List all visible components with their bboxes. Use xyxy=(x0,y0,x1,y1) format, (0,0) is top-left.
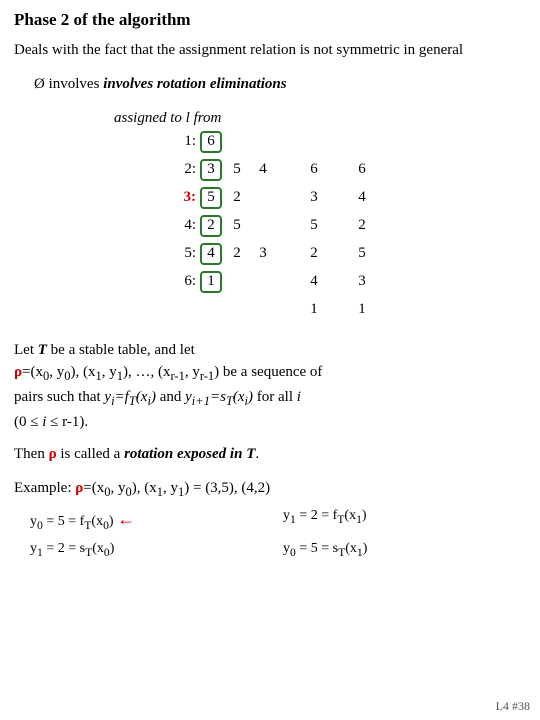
right-cell: 6 xyxy=(352,157,372,183)
right-cell: 4 xyxy=(352,185,372,211)
plain-2-r3: 2 xyxy=(226,187,248,209)
assigned-label: assigned to l from xyxy=(114,110,221,127)
row-label-6: 6: xyxy=(168,273,196,290)
plain-5-r4: 5 xyxy=(226,215,248,237)
boxed-4: 4 xyxy=(200,243,222,265)
diagram-area: assigned to l from 1: 6 2: 3 5 4 3: 5 2 xyxy=(14,110,526,323)
boxed-6-1: 6 xyxy=(200,131,222,153)
sub-ex-2: y1 = 2 = fT(x1) xyxy=(283,504,526,536)
slide-title: Phase 2 of the algorithm xyxy=(14,10,526,30)
yi1-condition: yi+1=sT(xi) xyxy=(185,389,253,405)
rotation-exposed-text: rotation exposed in T xyxy=(124,446,255,462)
rho-example: ρ xyxy=(75,480,83,496)
rho-symbol: ρ xyxy=(14,364,22,380)
table-row: 2: 3 5 4 xyxy=(168,157,274,183)
rho-then: ρ xyxy=(49,446,57,462)
then-section: Then ρ is called a rotation exposed in T… xyxy=(14,443,526,466)
i-var: i xyxy=(297,389,301,405)
boxed-3: 3 xyxy=(200,159,222,181)
row-label-3: 3: xyxy=(168,189,196,206)
boxed-5: 5 xyxy=(200,187,222,209)
row-label-2: 2: xyxy=(168,161,196,178)
diagram-rows: 1: 6 2: 3 5 4 3: 5 2 4: 2 5 xyxy=(168,129,372,323)
right-cell: 5 xyxy=(352,241,372,267)
row-label-1: 1: xyxy=(168,133,196,150)
example-line: Example: ρ=(x0, y0), (x1, y1) = (3,5), (… xyxy=(14,476,526,502)
rotation-eliminations-text: involves rotation eliminations xyxy=(103,76,286,92)
sub-ex-4: y0 = 5 = sT(x1) xyxy=(283,537,526,563)
table-row: 5: 4 2 3 xyxy=(168,241,274,267)
plain-5: 5 xyxy=(226,159,248,181)
right-cell: 3 xyxy=(352,269,372,295)
right-cell: 2 xyxy=(304,241,324,267)
table-row: 1: 6 xyxy=(168,129,274,155)
boxed-2: 2 xyxy=(200,215,222,237)
right-col1-header xyxy=(304,129,324,155)
table-row: 3: 5 2 xyxy=(168,185,274,211)
right-cell: 4 xyxy=(304,269,324,295)
row-label-4: 4: xyxy=(168,217,196,234)
boxed-1: 1 xyxy=(200,271,222,293)
slide-number: L4 #38 xyxy=(496,699,530,714)
example-section: Example: ρ=(x0, y0), (x1, y1) = (3,5), (… xyxy=(14,476,526,563)
plain-4: 4 xyxy=(252,159,274,181)
sub-ex-3: y1 = 2 = sT(x0) xyxy=(30,537,273,563)
right-cell: 5 xyxy=(304,213,324,239)
yi-condition: yi=fT(xi) xyxy=(104,389,156,405)
sub-ex-1: y0 = 5 = fT(x0) ← xyxy=(30,504,273,536)
sub-examples: y0 = 5 = fT(x0) ← y1 = 2 = fT(x1) y1 = 2… xyxy=(30,504,526,563)
table-row: 6: 1 xyxy=(168,269,274,295)
right-cell: 1 xyxy=(304,297,324,323)
right-cell: 3 xyxy=(304,185,324,211)
right-cell: 2 xyxy=(352,213,372,239)
T-var: T xyxy=(38,342,47,358)
plain-2-r5: 2 xyxy=(226,243,248,265)
intro-text: Deals with the fact that the assignment … xyxy=(14,40,526,61)
stable-table-section: Let T be a stable table, and let ρ=(x0, … xyxy=(14,339,526,434)
bullet-line: involves involves rotation eliminations xyxy=(34,73,526,96)
arrow-left-icon: ← xyxy=(117,509,135,529)
right-col-1: 6 3 5 2 4 1 xyxy=(304,129,324,323)
right-cell: 1 xyxy=(352,297,372,323)
plain-3-r5: 3 xyxy=(252,243,274,265)
right-col-2: 6 4 2 5 3 1 xyxy=(352,129,372,323)
right-cell: 6 xyxy=(304,157,324,183)
left-list: 1: 6 2: 3 5 4 3: 5 2 4: 2 5 xyxy=(168,129,274,295)
table-row: 4: 2 5 xyxy=(168,213,274,239)
right-columns: 6 3 5 2 4 1 6 4 2 5 3 1 xyxy=(304,129,372,323)
right-col2-header xyxy=(352,129,372,155)
row-label-5: 5: xyxy=(168,245,196,262)
i-var2: i xyxy=(42,414,46,430)
